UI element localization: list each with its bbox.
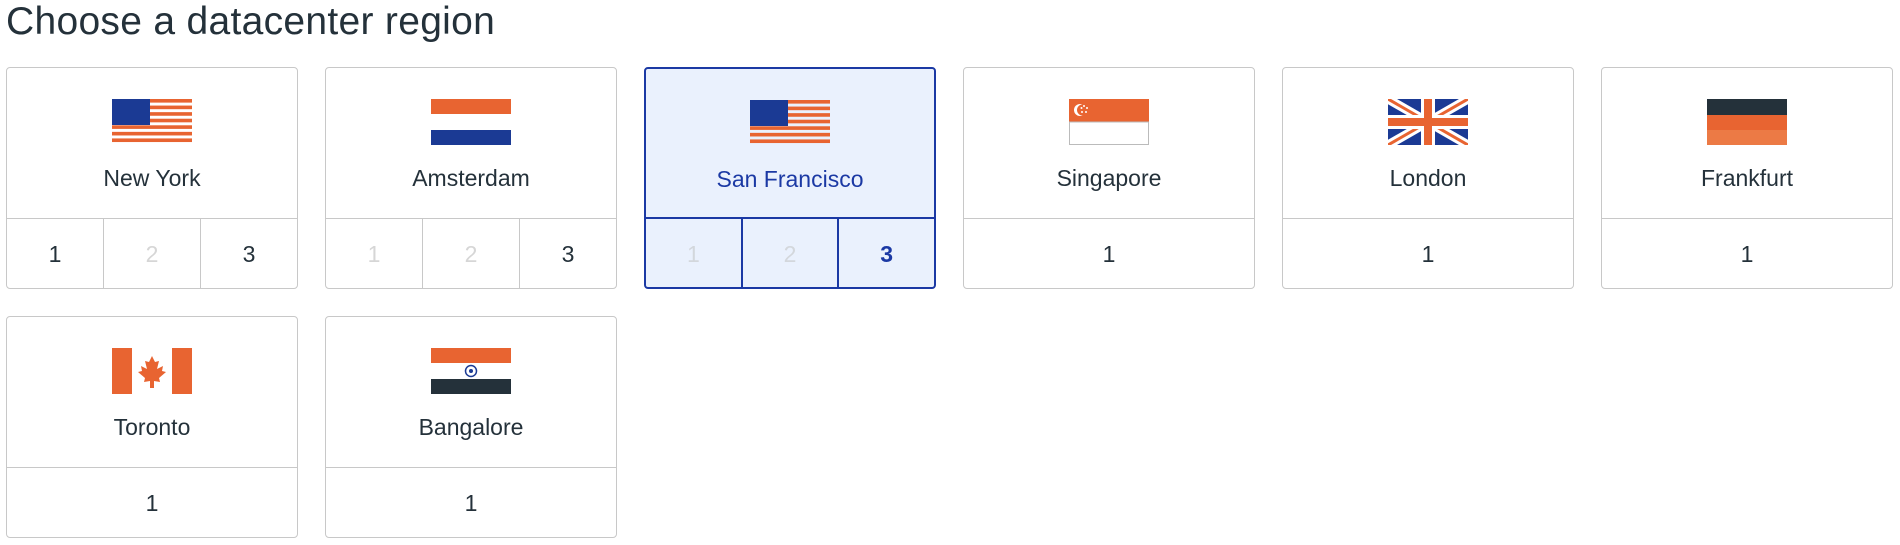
region-card-header[interactable]: Singapore [964, 68, 1254, 219]
datacenter-options: 1 [1283, 219, 1573, 288]
datacenter-option-1[interactable]: 1 [1602, 219, 1892, 288]
datacenter-options: 1 [326, 468, 616, 537]
region-card-header[interactable]: London [1283, 68, 1573, 219]
datacenter-option-1[interactable]: 1 [7, 468, 297, 537]
netherlands-flag-icon [431, 99, 511, 145]
datacenter-option-3[interactable]: 3 [200, 219, 297, 288]
singapore-flag-icon [1069, 99, 1149, 145]
region-card-san-francisco[interactable]: San Francisco 1 2 3 [644, 67, 936, 289]
region-card-header[interactable]: Amsterdam [326, 68, 616, 219]
germany-flag-icon [1707, 99, 1787, 145]
datacenter-option-2: 2 [103, 219, 200, 288]
region-name: New York [103, 165, 201, 191]
datacenter-options: 1 23 [326, 219, 616, 288]
datacenter-option-1[interactable]: 1 [326, 468, 616, 537]
datacenter-options: 123 [7, 219, 297, 288]
datacenter-option-2: 2 [422, 219, 519, 288]
region-name: London [1389, 165, 1467, 191]
datacenter-options: 1 23 [646, 219, 934, 287]
india-flag-icon [431, 348, 511, 394]
region-name: Amsterdam [412, 165, 530, 191]
region-card-header[interactable]: Bangalore [326, 317, 616, 468]
datacenter-option-1: 1 [686, 240, 700, 267]
region-card-singapore[interactable]: Singapore 1 [963, 67, 1255, 289]
datacenter-option-1[interactable]: 1 [964, 219, 1254, 288]
datacenter-options: 1 [7, 468, 297, 537]
region-grid: New York 1 2 3 Amsterdam 1 2 3 San Francisco 1 2 3… [6, 67, 1896, 538]
region-name: Toronto [113, 414, 191, 440]
canada-flag-icon [112, 348, 192, 394]
region-card-header[interactable]: Toronto [7, 317, 297, 468]
region-name: San Francisco [716, 166, 864, 192]
region-card-bangalore[interactable]: Bangalore 1 [325, 316, 617, 538]
page-title: Choose a datacenter region [6, 0, 496, 43]
datacenter-option-3[interactable]: 3 [519, 219, 616, 288]
region-name: Frankfurt [1700, 165, 1794, 191]
region-card-frankfurt[interactable]: Frankfurt 1 [1601, 67, 1893, 289]
datacenter-option-1[interactable]: 1 [1283, 219, 1573, 288]
region-card-header[interactable]: Frankfurt [1602, 68, 1892, 219]
us-flag-icon [750, 100, 830, 146]
us-flag-icon [112, 99, 192, 145]
region-card-toronto[interactable]: Toronto 1 [6, 316, 298, 538]
region-name: Singapore [1056, 165, 1162, 191]
datacenter-options: 1 [1602, 219, 1892, 288]
datacenter-option-2: 2 [740, 219, 838, 287]
datacenter-options: 1 [964, 219, 1254, 288]
datacenter-option-1[interactable]: 1 [7, 219, 103, 288]
uk-flag-icon [1388, 99, 1468, 145]
region-card-header[interactable]: San Francisco [646, 69, 934, 219]
region-card-amsterdam[interactable]: Amsterdam 1 2 3 [325, 67, 617, 289]
region-name: Bangalore [418, 414, 524, 440]
datacenter-option-1: 1 [367, 240, 381, 267]
region-card-new-york[interactable]: New York 1 2 3 [6, 67, 298, 289]
datacenter-option-3[interactable]: 3 [837, 219, 934, 287]
datacenter-region-page: Choose a datacenter region New York 1 2 3 A… [0, 0, 1900, 545]
region-card-london[interactable]: London 1 [1282, 67, 1574, 289]
region-card-header[interactable]: New York [7, 68, 297, 219]
